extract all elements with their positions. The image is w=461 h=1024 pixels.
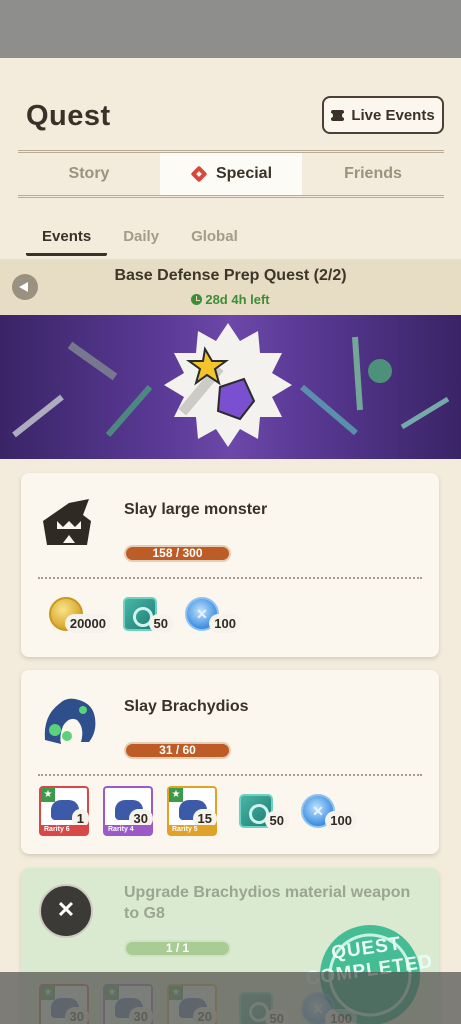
page-title: Quest (26, 100, 111, 132)
special-diamond-icon (190, 165, 208, 183)
reward-list: ★ 1 Rarity 6 30 Rarity 4 ★ 15 Rarity 5 5… (39, 786, 357, 836)
armor-sphere-icon: 50 (121, 595, 173, 633)
status-bar (0, 0, 461, 58)
large-monster-icon (43, 499, 91, 545)
reward-qty: 20000 (64, 614, 111, 633)
brachydios-icon (44, 698, 96, 744)
quest-title: Slay Brachydios (124, 698, 249, 715)
zenny-coin-icon: 20000 (47, 595, 111, 633)
tab-story-label: Story (68, 165, 110, 182)
brachydios-material-icon: 30 Rarity 4 (103, 786, 153, 836)
reward-list: 20000 50 100 (47, 595, 241, 633)
time-left-text: 28d 4h left (205, 292, 270, 307)
tab-friends[interactable]: Friends (302, 153, 444, 195)
tab-special[interactable]: Special (160, 153, 302, 195)
tab-story[interactable]: Story (18, 153, 160, 195)
rarity-label: Rarity 4 (105, 825, 151, 834)
reward-qty: 100 (209, 614, 241, 633)
live-events-label: Live Events (351, 106, 435, 124)
rarity-label: Rarity 6 (41, 825, 87, 834)
quest-card[interactable]: Slay large monster 158 / 300 20000 50 10… (21, 473, 439, 657)
bottom-overlay (0, 972, 461, 1024)
star-icon: ★ (41, 788, 55, 802)
brachydios-material-icon: ★ 1 Rarity 6 (39, 786, 89, 836)
quest-title: Upgrade Brachydios material weapon to G8 (124, 884, 411, 922)
quest-progress: 31 / 60 (124, 742, 231, 759)
event-banner (0, 315, 461, 459)
divider (38, 577, 422, 579)
hunter-orb-icon: 100 (299, 792, 357, 830)
hunter-orb-icon: 100 (183, 595, 241, 633)
tab-special-label: Special (215, 165, 273, 182)
live-events-button[interactable]: Live Events (322, 96, 444, 134)
quest-title: Slay large monster (124, 501, 268, 518)
quest-progress: 1 / 1 (124, 940, 231, 957)
quest-card[interactable]: Slay Brachydios 31 / 60 ★ 1 Rarity 6 30 … (21, 670, 439, 854)
close-icon[interactable]: ✕ (39, 884, 93, 938)
clock-icon (191, 294, 203, 305)
reward-qty: 50 (264, 811, 289, 830)
main-tabs: Story Special Friends (18, 150, 444, 198)
tab-friends-label: Friends (344, 165, 402, 182)
ticket-icon (329, 109, 347, 121)
subtab-daily[interactable]: Daily (107, 224, 175, 256)
star-icon: ★ (169, 788, 183, 802)
rarity-label: Rarity 5 (169, 825, 215, 834)
armor-sphere-icon: 50 (237, 792, 289, 830)
subtab-global[interactable]: Global (175, 224, 254, 256)
divider (38, 774, 422, 776)
brachydios-material-icon: ★ 15 Rarity 5 (167, 786, 217, 836)
quest-progress: 158 / 300 (124, 545, 231, 562)
reward-qty: 100 (325, 811, 357, 830)
subtab-events[interactable]: Events (26, 224, 108, 256)
reward-qty: 50 (148, 614, 173, 633)
sub-tabs: Events Daily Global (26, 224, 254, 256)
event-time-left: 28d 4h left (0, 292, 461, 307)
event-title: Base Defense Prep Quest (2/2) (114, 267, 347, 284)
event-header: Base Defense Prep Quest (2/2) 28d 4h lef… (0, 259, 461, 315)
header: Quest Live Events (0, 58, 461, 150)
